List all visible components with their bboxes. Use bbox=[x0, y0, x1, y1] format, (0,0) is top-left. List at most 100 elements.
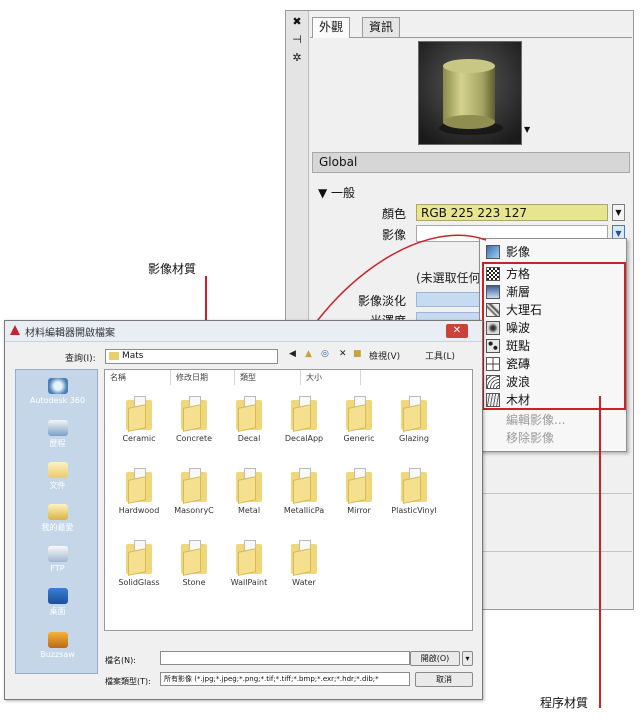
folder-name: Stone bbox=[182, 578, 206, 587]
column-name[interactable]: 名稱 bbox=[105, 370, 171, 385]
folder-name: SolidGlass bbox=[118, 578, 160, 587]
autocad-logo-icon bbox=[10, 325, 20, 335]
folder-item[interactable]: Generic bbox=[329, 394, 389, 456]
image-material-callout: 影像材質 bbox=[148, 262, 197, 276]
folder-icon bbox=[401, 396, 427, 432]
folder-icon bbox=[291, 396, 317, 432]
buzzsaw-icon bbox=[47, 632, 68, 648]
folder-item[interactable]: Concrete bbox=[164, 394, 224, 456]
ftp-icon bbox=[47, 546, 68, 562]
color-label: 顏色 bbox=[381, 207, 406, 221]
close-button[interactable]: ✕ bbox=[446, 324, 468, 338]
place-documents[interactable]: 文件 bbox=[16, 462, 99, 491]
folder-item[interactable]: MetallicPa bbox=[274, 466, 334, 528]
column-size[interactable]: 大小 bbox=[301, 370, 361, 385]
general-section-header[interactable]: ▼ 一般 bbox=[318, 184, 355, 201]
folder-name: DecalApp bbox=[284, 434, 324, 443]
folder-icon bbox=[181, 396, 207, 432]
search-web-icon[interactable]: ◎ bbox=[321, 349, 329, 359]
folder-item[interactable]: Stone bbox=[164, 538, 224, 600]
delete-icon[interactable]: ✕ bbox=[339, 349, 347, 359]
folder-item[interactable]: WallPaint bbox=[219, 538, 279, 600]
up-folder-icon[interactable]: ▲ bbox=[305, 349, 312, 359]
column-type[interactable]: 類型 bbox=[235, 370, 301, 385]
folder-icon bbox=[236, 540, 262, 576]
column-date-modified[interactable]: 修改日期 bbox=[171, 370, 235, 385]
folder-item[interactable]: MasonryC bbox=[164, 466, 224, 528]
favorites-icon bbox=[47, 504, 68, 520]
tab-information[interactable]: 資訊 bbox=[362, 17, 401, 37]
open-options-button[interactable]: ▾ bbox=[462, 651, 473, 666]
file-type-label: 檔案類型(T): bbox=[105, 677, 151, 686]
dialog-titlebar: 材料編輯器開啟檔案 ✕ bbox=[5, 321, 482, 342]
folder-name: Glazing bbox=[399, 434, 429, 443]
pin-icon[interactable]: ⊣ bbox=[289, 33, 305, 47]
chevron-down-icon: ▾ bbox=[465, 654, 470, 663]
folder-item[interactable]: Water bbox=[274, 538, 334, 600]
file-name-input[interactable] bbox=[160, 651, 410, 665]
folder-name: Metal bbox=[237, 506, 261, 515]
open-button[interactable]: 開啟(O) bbox=[410, 651, 460, 666]
material-preview[interactable] bbox=[418, 41, 522, 145]
cancel-button[interactable]: 取消 bbox=[415, 672, 473, 687]
folder-name: Mirror bbox=[347, 506, 371, 515]
folder-icon bbox=[126, 396, 152, 432]
procedural-material-callout: 程序材質 bbox=[540, 696, 589, 710]
folder-name: Decal bbox=[237, 434, 261, 443]
menu-item-edit-image: 編輯影像... bbox=[506, 413, 566, 427]
folder-item[interactable]: Ceramic bbox=[109, 394, 169, 456]
places-bar: Autodesk 360 歷程 文件 我的最愛 FTP 桌面 Buzzsaw bbox=[15, 369, 98, 674]
file-name-label: 檔名(N): bbox=[105, 656, 136, 665]
tab-appearance[interactable]: 外觀 bbox=[312, 17, 351, 38]
tools-menu[interactable]: 工具(L) bbox=[425, 349, 455, 362]
procedural-highlight-box bbox=[482, 262, 626, 410]
new-folder-icon[interactable]: ■ bbox=[353, 349, 362, 359]
folder-icon bbox=[126, 540, 152, 576]
place-desktop[interactable]: 桌面 bbox=[16, 588, 99, 617]
place-buzzsaw[interactable]: Buzzsaw bbox=[16, 632, 99, 659]
folder-name: PlasticVinyl bbox=[391, 506, 437, 515]
divider bbox=[482, 493, 632, 494]
close-icon[interactable]: ✖ bbox=[289, 15, 305, 29]
folder-icon bbox=[181, 468, 207, 504]
documents-icon bbox=[47, 462, 68, 478]
folder-icon bbox=[109, 352, 119, 360]
file-list[interactable]: 名稱 修改日期 類型 大小 Ceramic Concrete Decal DecalA… bbox=[104, 369, 473, 631]
folder-icon bbox=[291, 540, 317, 576]
folder-item[interactable]: Metal bbox=[219, 466, 279, 528]
folder-name: Water bbox=[292, 578, 316, 587]
back-icon[interactable]: ◀ bbox=[289, 349, 296, 359]
color-field[interactable]: RGB 225 223 127 bbox=[416, 204, 608, 221]
folder-icon bbox=[236, 468, 262, 504]
menu-item-image[interactable]: 影像 bbox=[482, 243, 622, 261]
properties-icon[interactable]: ✲ bbox=[289, 51, 305, 65]
chevron-down-icon: ▼ bbox=[615, 229, 622, 238]
folder-item[interactable]: Hardwood bbox=[109, 466, 169, 528]
folder-item[interactable]: SolidGlass bbox=[109, 538, 169, 600]
cloud-icon bbox=[47, 378, 68, 394]
folder-icon bbox=[126, 468, 152, 504]
folder-name: WallPaint bbox=[230, 578, 268, 587]
editor-tabs: 外觀 資訊 bbox=[310, 15, 632, 38]
cylinder-preview-icon bbox=[419, 42, 521, 144]
place-favorites[interactable]: 我的最愛 bbox=[16, 504, 99, 533]
folder-icon bbox=[346, 396, 372, 432]
place-autodesk-360[interactable]: Autodesk 360 bbox=[16, 378, 99, 405]
color-dropdown-button[interactable]: ▼ bbox=[612, 204, 625, 221]
folder-item[interactable]: Mirror bbox=[329, 466, 389, 528]
folder-item[interactable]: Decal bbox=[219, 394, 279, 456]
dialog-title: 材料編輯器開啟檔案 bbox=[25, 328, 115, 339]
preview-options-icon[interactable]: ▼ bbox=[524, 125, 530, 134]
folder-icon bbox=[401, 468, 427, 504]
place-ftp[interactable]: FTP bbox=[16, 546, 99, 573]
file-type-dropdown[interactable]: 所有影像 (*.jpg;*.jpeg;*.png;*.tif;*.tiff;*.… bbox=[160, 672, 410, 686]
folder-name: MetallicPa bbox=[283, 506, 325, 515]
place-history[interactable]: 歷程 bbox=[16, 420, 99, 449]
folder-name: Generic bbox=[343, 434, 375, 443]
folder-item[interactable]: DecalApp bbox=[274, 394, 334, 456]
folder-item[interactable]: PlasticVinyl bbox=[384, 466, 444, 528]
look-in-dropdown[interactable]: Mats bbox=[105, 349, 278, 364]
folder-item[interactable]: Glazing bbox=[384, 394, 444, 456]
views-menu[interactable]: 檢視(V) bbox=[369, 349, 400, 362]
folder-name: Concrete bbox=[175, 434, 213, 443]
